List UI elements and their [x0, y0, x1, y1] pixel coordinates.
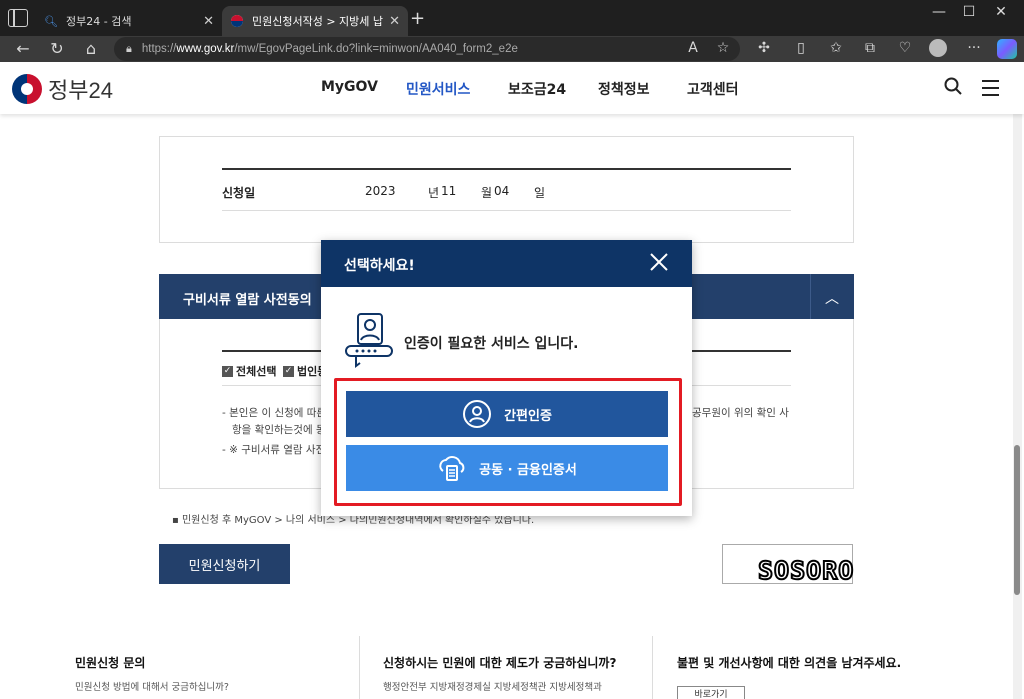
- simple-auth-label: 간편인증: [504, 408, 552, 424]
- nav-mygov[interactable]: MyGOV: [321, 79, 378, 95]
- favorites-icon[interactable]: ✩: [825, 40, 847, 56]
- simple-auth-button[interactable]: 간편인증: [346, 391, 668, 437]
- user-circle-icon: [463, 400, 492, 428]
- close-icon[interactable]: [649, 252, 669, 272]
- browser-essentials-icon[interactable]: ♡: [894, 40, 916, 56]
- site-header: 정부24 MyGOV 민원서비스 보조금24 정책정보 고객센터: [0, 62, 1024, 114]
- auth-user-icon: [345, 313, 393, 368]
- taegeuk-logo-icon: [12, 74, 42, 104]
- new-tab-icon[interactable]: +: [410, 8, 425, 29]
- scrollbar-thumb[interactable]: [1014, 445, 1020, 595]
- modal-header: 선택하세요!: [321, 240, 692, 287]
- tab-title: 민원신청서작성 > 지방세 납세증: [252, 15, 384, 28]
- nav-policy-info[interactable]: 정책정보: [598, 79, 650, 99]
- auth-select-modal: 선택하세요! 인증이 필요한 서비스 입니다. 간편인증 공동 · 금융인증서: [321, 240, 692, 516]
- lock-icon: 🔒︎: [126, 42, 132, 55]
- split-screen-icon[interactable]: ▯: [790, 40, 812, 56]
- window-close-icon[interactable]: ✕: [978, 4, 1024, 20]
- favorite-star-icon[interactable]: ☆: [712, 40, 734, 56]
- refresh-icon[interactable]: ↻: [46, 39, 68, 58]
- gov-favicon-icon: [230, 14, 244, 28]
- nav-subsidy24[interactable]: 보조금24: [508, 79, 566, 99]
- tab-title: 정부24 - 검색: [66, 15, 132, 28]
- home-icon[interactable]: ⌂: [80, 39, 102, 58]
- search-icon: 🔍︎: [44, 14, 58, 28]
- nav-civil-service[interactable]: 민원서비스: [406, 79, 470, 99]
- more-options-icon[interactable]: ···: [963, 40, 985, 56]
- hamburger-menu-icon[interactable]: [982, 80, 999, 101]
- logo-text: 정부24: [48, 78, 113, 103]
- address-bar[interactable]: 🔒︎ https://www.gov.kr/mw/EgovPageLink.do…: [114, 37, 740, 61]
- search-icon[interactable]: [944, 77, 962, 95]
- browser-tab-strip: 🔍︎ 정부24 - 검색 ✕ 민원신청서작성 > 지방세 납세증 ✕ + — ☐…: [0, 0, 1024, 36]
- url-host: www.gov.kr: [176, 43, 235, 55]
- close-tab-icon[interactable]: ✕: [203, 14, 214, 29]
- gov24-logo[interactable]: 정부24: [12, 73, 113, 105]
- close-tab-icon[interactable]: ✕: [389, 14, 400, 29]
- profile-avatar[interactable]: [929, 39, 947, 57]
- read-aloud-icon[interactable]: A: [682, 40, 704, 56]
- browser-tab-active[interactable]: 민원신청서작성 > 지방세 납세증 ✕: [222, 6, 408, 36]
- url-path: /mw/EgovPageLink.do?link=minwon/AA040_fo…: [234, 43, 518, 55]
- back-icon[interactable]: ←: [12, 39, 34, 58]
- collections-icon[interactable]: ⧉: [859, 40, 881, 56]
- nav-customer-center[interactable]: 고객센터: [687, 79, 739, 99]
- browser-toolbar: ← ↻ ⌂ 🔒︎ https://www.gov.kr/mw/EgovPageL…: [0, 36, 1024, 62]
- certificate-auth-label: 공동 · 금융인증서: [479, 462, 577, 478]
- copilot-icon[interactable]: [997, 39, 1017, 59]
- modal-message: 인증이 필요한 서비스 입니다.: [404, 336, 579, 352]
- browser-tab[interactable]: 🔍︎ 정부24 - 검색 ✕: [36, 6, 222, 36]
- certificate-auth-button[interactable]: 공동 · 금융인증서: [346, 445, 668, 491]
- cloud-certificate-icon: [439, 456, 465, 481]
- extensions-icon[interactable]: ✣: [753, 40, 775, 56]
- page-scrollbar[interactable]: [1013, 114, 1022, 699]
- tab-actions-icon[interactable]: [8, 9, 28, 27]
- modal-title: 선택하세요!: [344, 258, 415, 274]
- url-prefix: https://: [141, 43, 177, 55]
